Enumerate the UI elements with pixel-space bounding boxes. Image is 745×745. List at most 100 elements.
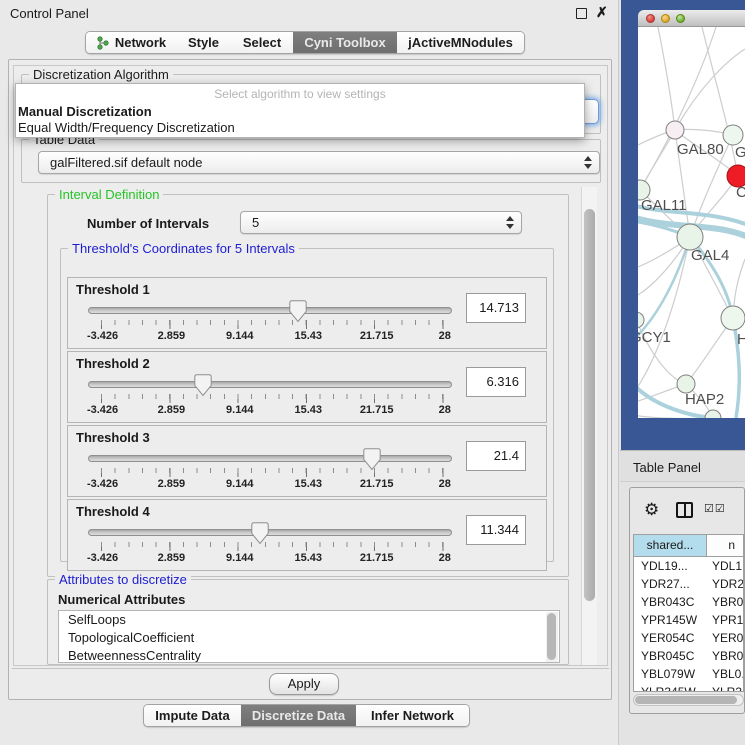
number-of-intervals-combobox[interactable]: 5 <box>240 211 522 234</box>
tick-label: -3.426 <box>87 478 118 490</box>
slider-track[interactable] <box>88 455 452 462</box>
node-gcy1[interactable] <box>638 312 644 328</box>
column-header-shared-name[interactable]: shared... <box>634 535 707 556</box>
column-header-name[interactable]: n <box>707 535 743 556</box>
threshold-panel: Threshold 1 -3.426 2.859 9.144 15.43 <box>67 277 547 349</box>
cell: YER054C <box>634 629 707 647</box>
float-window-icon[interactable] <box>576 8 587 19</box>
network-window-titlebar[interactable] <box>638 10 745 27</box>
table-row[interactable]: YPR145WYPR1... <box>634 611 743 629</box>
tab-style[interactable]: Style <box>176 32 231 53</box>
checkbox-icon[interactable]: ☑ <box>715 503 726 515</box>
tick-label: 2.859 <box>158 330 186 342</box>
tick-label: 21.715 <box>360 478 394 490</box>
node-bottom[interactable] <box>705 410 721 418</box>
node-attribute-table[interactable]: shared... n YDL19...YDL1... YDR27...YDR2… <box>633 534 744 692</box>
tab-discretize-data[interactable]: Discretize Data <box>241 705 356 726</box>
threshold-label: Threshold 1 <box>76 282 150 297</box>
tab-label: Cyni Toolbox <box>304 35 385 50</box>
close-icon[interactable]: ✗ <box>596 4 608 21</box>
list-item[interactable]: BetweennessCentrality <box>59 647 559 663</box>
node-label: GAL80 <box>677 141 724 158</box>
cell: YBR045C <box>634 647 707 665</box>
threshold-slider[interactable]: -3.426 2.859 9.144 15.43 21.715 28 <box>88 304 452 348</box>
table-row[interactable]: YER054CYER0... <box>634 629 743 647</box>
spinner-icon <box>583 156 592 169</box>
tick-label: 9.144 <box>226 552 254 564</box>
tick-label: 9.144 <box>226 330 254 342</box>
checkbox-icon[interactable]: ☑ <box>704 503 715 515</box>
list-item[interactable]: TopologicalCoefficient <box>59 629 559 647</box>
network-canvas[interactable]: GAL80 GAL11 GAL4 GCY1 HAP2 G C H <box>638 27 745 418</box>
slider-track[interactable] <box>88 529 452 536</box>
threshold-value-field[interactable]: 14.713 <box>466 293 526 323</box>
table-panel-titlebar: Table Panel <box>620 450 745 482</box>
threshold-slider[interactable]: -3.426 2.859 9.144 15.43 21.715 28 <box>88 526 452 570</box>
tick-label: 9.144 <box>226 478 254 490</box>
table-row[interactable]: YBL079WYBL0... <box>634 665 743 683</box>
threshold-value-field[interactable]: 6.316 <box>466 367 526 397</box>
panel-title: Control Panel <box>10 6 89 21</box>
slider-track[interactable] <box>88 307 452 314</box>
columns-icon[interactable] <box>676 502 693 518</box>
node-label-partial: C <box>736 184 745 201</box>
table-row[interactable]: YLR345WYLR3... <box>634 683 743 692</box>
list-scrollbar[interactable] <box>546 612 558 662</box>
node-gal80[interactable] <box>666 121 684 139</box>
dropdown-option-equal-width-frequency[interactable]: Equal Width/Frequency Discretization <box>18 120 235 135</box>
table-panel-title: Table Panel <box>633 460 701 475</box>
numerical-attributes-list[interactable]: SelfLoops TopologicalCoefficient Between… <box>58 610 560 663</box>
table-header-row: shared... n <box>634 535 743 557</box>
tab-select[interactable]: Select <box>231 32 293 53</box>
slider-thumb[interactable] <box>251 522 269 545</box>
vertical-scrollbar[interactable] <box>581 187 597 665</box>
tab-network[interactable]: Network <box>86 32 176 53</box>
slider-track[interactable] <box>88 381 452 388</box>
threshold-value-field[interactable]: 11.344 <box>466 515 526 545</box>
mac-minimize-icon[interactable] <box>661 14 670 23</box>
slider-scale: -3.426 2.859 9.144 15.43 21.715 28 <box>88 552 452 566</box>
tick-label: -3.426 <box>87 552 118 564</box>
table-row[interactable]: YBR043CYBR0... <box>634 593 743 611</box>
tick-label: 15.43 <box>294 478 322 490</box>
node-label-partial: G <box>735 144 745 161</box>
gear-icon[interactable]: ⚙ <box>644 500 659 520</box>
tab-jactivemnodules[interactable]: jActiveMNodules <box>397 32 524 53</box>
tab-cyni-toolbox[interactable]: Cyni Toolbox <box>293 32 397 53</box>
tick-label: 21.715 <box>360 552 394 564</box>
threshold-label: Threshold 4 <box>76 504 150 519</box>
mac-close-icon[interactable] <box>646 14 655 23</box>
node-top-right[interactable] <box>723 125 743 145</box>
table-data-combobox[interactable]: galFiltered.sif default node <box>38 151 600 174</box>
list-scrollbar-thumb[interactable] <box>547 613 556 660</box>
node-label: GAL4 <box>691 247 729 264</box>
tick-label: -3.426 <box>87 404 118 416</box>
horizontal-scrollbar-thumb[interactable] <box>635 696 737 704</box>
vertical-scrollbar-thumb[interactable] <box>584 209 595 601</box>
spinner-icon <box>505 216 514 229</box>
select-columns-checkboxes[interactable]: ☑☑ <box>704 502 726 515</box>
tab-impute-data[interactable]: Impute Data <box>144 705 241 726</box>
horizontal-scrollbar[interactable] <box>633 694 744 706</box>
mac-zoom-icon[interactable] <box>676 14 685 23</box>
apply-button[interactable]: Apply <box>269 673 339 695</box>
node-right-mid[interactable] <box>721 306 745 330</box>
dropdown-option-manual-discretization[interactable]: Manual Discretization <box>18 104 152 119</box>
table-row[interactable]: YBR045CYBR0... <box>634 647 743 665</box>
cell: YPR1... <box>707 611 743 629</box>
threshold-value-field[interactable]: 21.4 <box>466 441 526 471</box>
threshold-panel: Threshold 2 -3.426 2.859 9.144 15.43 <box>67 351 547 423</box>
slider-thumb[interactable] <box>194 374 212 397</box>
slider-thumb[interactable] <box>289 300 307 323</box>
tick-label: 2.859 <box>158 552 186 564</box>
list-item[interactable]: SelfLoops <box>59 611 559 629</box>
slider-thumb[interactable] <box>363 448 381 471</box>
interval-definition-group: Interval Definition Number of Intervals … <box>47 194 569 577</box>
tick-label: 28 <box>439 404 451 416</box>
network-view-window: GAL80 GAL11 GAL4 GCY1 HAP2 G C H <box>621 0 745 450</box>
threshold-slider[interactable]: -3.426 2.859 9.144 15.43 21.715 28 <box>88 452 452 496</box>
threshold-slider[interactable]: -3.426 2.859 9.144 15.43 21.715 28 <box>88 378 452 422</box>
table-row[interactable]: YDR27...YDR2... <box>634 575 743 593</box>
tab-infer-network[interactable]: Infer Network <box>356 705 469 726</box>
table-row[interactable]: YDL19...YDL1... <box>634 557 743 575</box>
